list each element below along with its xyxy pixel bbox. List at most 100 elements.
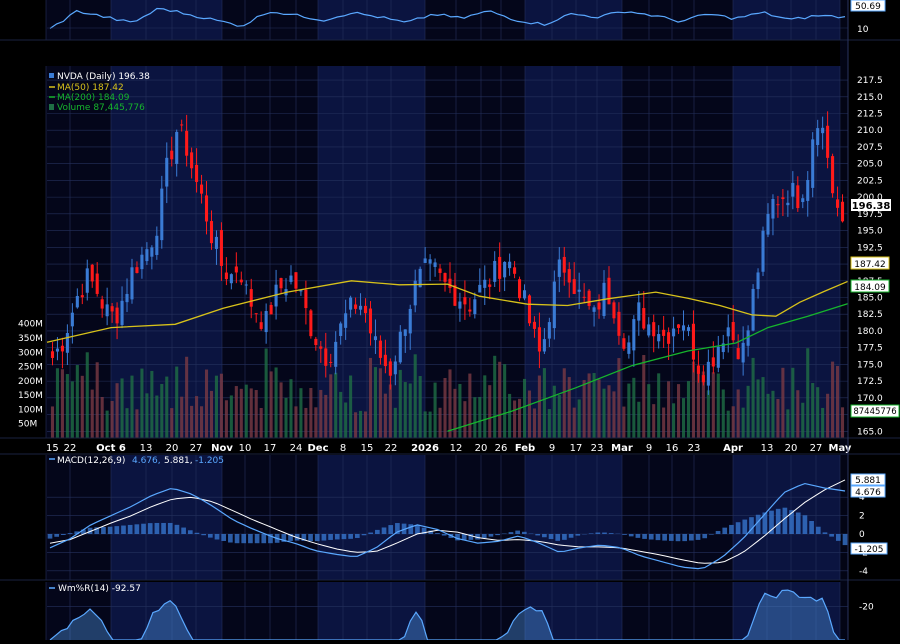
signal-tag-text: 5.881 <box>855 476 881 486</box>
volume-bar <box>811 383 814 438</box>
candle-body <box>508 262 511 268</box>
volume-bar <box>607 385 610 438</box>
bg-band <box>622 0 733 40</box>
volume-bar <box>76 365 79 438</box>
background-bands <box>46 0 848 640</box>
candle-body <box>836 199 839 207</box>
candle-body <box>51 351 54 358</box>
macd-histogram-bar <box>789 510 794 534</box>
candle-body <box>831 156 834 193</box>
candle-body <box>260 322 263 329</box>
candle-body <box>86 268 89 292</box>
volume-bar <box>170 408 173 438</box>
macd-histogram-bar <box>255 534 260 543</box>
candle-body <box>101 299 104 308</box>
volume-bar <box>230 395 233 438</box>
price-axis-label: 215.0 <box>857 93 883 103</box>
candle-body <box>781 197 784 199</box>
volume-bar <box>622 407 625 438</box>
candle-body <box>473 299 476 314</box>
candle-body <box>56 349 59 352</box>
macd-histogram-bar <box>609 533 614 534</box>
candle-body <box>255 313 258 314</box>
candle-body <box>155 236 158 255</box>
volume-bar <box>458 384 461 438</box>
macd-histogram-bar <box>509 532 514 534</box>
volume-bar <box>56 368 59 438</box>
candle-body <box>806 180 809 201</box>
candle-body <box>468 310 471 312</box>
candle-body <box>811 139 814 188</box>
candle-body <box>766 214 769 235</box>
x-axis-label: 22 <box>385 443 398 454</box>
macd-histogram-bar <box>535 534 540 535</box>
volume-bar <box>558 395 561 438</box>
candle-body <box>498 257 501 279</box>
candle-body <box>289 276 292 282</box>
legend-swatch-volume <box>49 104 54 110</box>
x-axis-label: 23 <box>688 443 701 454</box>
volume-bar <box>508 394 511 438</box>
bg-band <box>525 0 622 40</box>
macd-histogram-bar <box>215 534 220 539</box>
volume-bar <box>111 401 114 438</box>
candle-body <box>622 338 625 349</box>
macd-histogram-bar <box>816 527 821 534</box>
candle-body <box>816 128 819 145</box>
macd-histogram-bar <box>549 534 554 539</box>
volume-bar <box>175 367 178 438</box>
volume-axis-label: 400M <box>18 320 43 330</box>
volume-bar <box>463 401 466 438</box>
volume-bar <box>578 399 581 438</box>
candle-body <box>130 267 133 299</box>
candle-body <box>125 294 128 302</box>
volume-bar <box>513 401 516 438</box>
candle-body <box>761 231 764 272</box>
wmr-axis-label: -20 <box>859 602 874 612</box>
volume-bar <box>637 402 640 438</box>
volume-bar <box>836 366 839 438</box>
macd-histogram-bar <box>228 534 233 543</box>
macd-histogram-bar <box>642 534 647 539</box>
volume-bar <box>553 386 556 438</box>
candle-body <box>632 319 635 350</box>
macd-histogram-bar <box>702 534 707 538</box>
volume-axis-label: 100M <box>18 405 43 415</box>
volume-bar <box>453 389 456 438</box>
volume-bar <box>275 367 278 438</box>
ma200-tag-text: 184.09 <box>854 283 886 293</box>
bg-band <box>46 0 111 40</box>
volume-axis-label: 50M <box>18 420 37 430</box>
candle-body <box>265 311 268 332</box>
volume-bar <box>289 379 292 438</box>
macd-histogram-bar <box>809 521 814 534</box>
macd-histogram-bar <box>662 534 667 541</box>
volume-bar <box>150 371 153 438</box>
price-axis-label: 185.0 <box>857 293 883 303</box>
macd-histogram-bar <box>201 534 206 535</box>
volume-bar <box>329 374 332 438</box>
candle-body <box>712 357 715 366</box>
candle-body <box>841 202 844 222</box>
macd-histogram-bar <box>515 531 520 534</box>
candle-body <box>339 323 342 336</box>
x-axis-label: 17 <box>570 443 583 454</box>
volume-bar <box>667 381 670 438</box>
volume-bar <box>538 376 541 438</box>
volume-bar <box>573 408 576 438</box>
candle-body <box>349 298 352 310</box>
x-axis-label: 9 <box>646 443 652 454</box>
candle-body <box>399 332 402 363</box>
price-axis-label: 210.0 <box>857 126 883 136</box>
volume-bar <box>429 412 432 438</box>
macd-histogram-bar <box>168 523 173 534</box>
volume-bar <box>727 411 730 438</box>
volume-bar <box>543 368 546 438</box>
candle-body <box>240 280 243 283</box>
price-axis-label: 205.0 <box>857 160 883 170</box>
volume-bar <box>642 355 645 438</box>
volume-bar <box>791 368 794 438</box>
candle-body <box>697 365 700 373</box>
candle-body <box>230 274 233 283</box>
stock-chart: 420-2-4 -20 165.0167.5170.0172.5175.0177… <box>0 0 900 640</box>
